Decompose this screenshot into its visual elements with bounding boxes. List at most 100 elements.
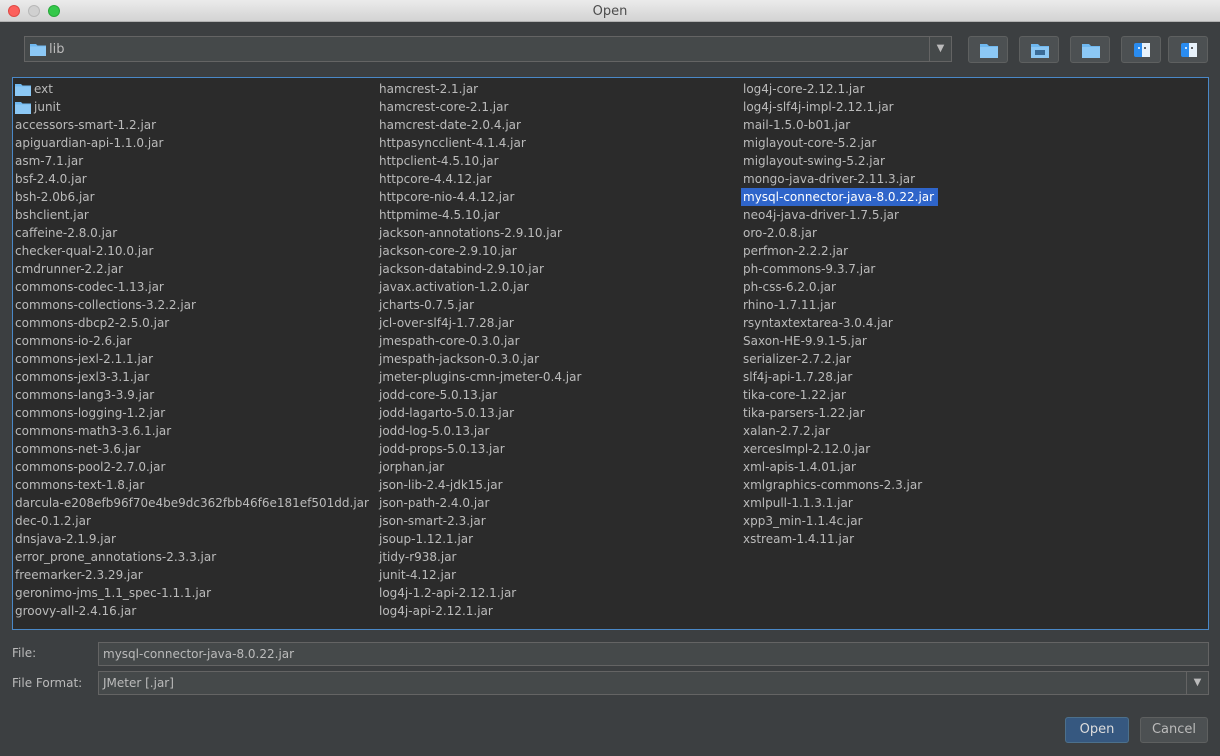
file-item[interactable]: groovy-all-2.4.16.jar xyxy=(13,602,140,620)
path-dropdown[interactable]: lib ▼ xyxy=(24,36,952,62)
file-item[interactable]: commons-dbcp2-2.5.0.jar xyxy=(13,314,173,332)
finder-icon xyxy=(1181,43,1197,57)
file-item[interactable]: jcl-over-slf4j-1.7.28.jar xyxy=(377,314,518,332)
file-item[interactable]: commons-collections-3.2.2.jar xyxy=(13,296,200,314)
file-item[interactable]: bshclient.jar xyxy=(13,206,93,224)
file-item[interactable]: jodd-lagarto-5.0.13.jar xyxy=(377,404,518,422)
file-item[interactable]: slf4j-api-1.7.28.jar xyxy=(741,368,856,386)
file-item[interactable]: log4j-api-2.12.1.jar xyxy=(377,602,497,620)
file-item[interactable]: jmespath-core-0.3.0.jar xyxy=(377,332,524,350)
file-item[interactable]: jackson-core-2.9.10.jar xyxy=(377,242,521,260)
file-item[interactable]: apiguardian-api-1.1.0.jar xyxy=(13,134,167,152)
file-item[interactable]: serializer-2.7.2.jar xyxy=(741,350,855,368)
file-item[interactable]: commons-jexl-2.1.1.jar xyxy=(13,350,157,368)
folder-item[interactable]: junit xyxy=(13,98,65,116)
file-item[interactable]: tika-parsers-1.22.jar xyxy=(741,404,869,422)
file-item[interactable]: mail-1.5.0-b01.jar xyxy=(741,116,854,134)
file-item[interactable]: commons-jexl3-3.1.jar xyxy=(13,368,153,386)
file-item[interactable]: jmeter-plugins-cmn-jmeter-0.4.jar xyxy=(377,368,585,386)
new-folder-button[interactable] xyxy=(1070,36,1110,63)
file-item[interactable]: jsoup-1.12.1.jar xyxy=(377,530,477,548)
file-item[interactable]: miglayout-core-5.2.jar xyxy=(741,134,880,152)
chevron-down-icon[interactable]: ▼ xyxy=(1186,672,1208,694)
file-item[interactable]: perfmon-2.2.2.jar xyxy=(741,242,852,260)
file-item[interactable]: xstream-1.4.11.jar xyxy=(741,530,858,548)
file-item[interactable]: httpcore-nio-4.4.12.jar xyxy=(377,188,518,206)
open-button[interactable]: Open xyxy=(1065,717,1129,743)
file-item[interactable]: log4j-1.2-api-2.12.1.jar xyxy=(377,584,520,602)
file-item[interactable]: rsyntaxtextarea-3.0.4.jar xyxy=(741,314,897,332)
file-item[interactable]: jcharts-0.7.5.jar xyxy=(377,296,478,314)
file-item[interactable]: dec-0.1.2.jar xyxy=(13,512,95,530)
file-item[interactable]: log4j-slf4j-impl-2.12.1.jar xyxy=(741,98,898,116)
file-item[interactable]: jackson-databind-2.9.10.jar xyxy=(377,260,548,278)
file-item[interactable]: commons-io-2.6.jar xyxy=(13,332,136,350)
folder-item[interactable]: ext xyxy=(13,80,57,98)
file-item[interactable]: commons-text-1.8.jar xyxy=(13,476,148,494)
file-item[interactable]: ph-css-6.2.0.jar xyxy=(741,278,840,296)
file-item[interactable]: commons-lang3-3.9.jar xyxy=(13,386,158,404)
file-item[interactable]: commons-codec-1.13.jar xyxy=(13,278,168,296)
file-item[interactable]: miglayout-swing-5.2.jar xyxy=(741,152,889,170)
file-item[interactable]: xmlpull-1.1.3.1.jar xyxy=(741,494,857,512)
file-item[interactable]: bsh-2.0b6.jar xyxy=(13,188,99,206)
file-item[interactable]: httpclient-4.5.10.jar xyxy=(377,152,503,170)
file-item[interactable]: jodd-core-5.0.13.jar xyxy=(377,386,501,404)
file-item[interactable]: javax.activation-1.2.0.jar xyxy=(377,278,533,296)
details-view-button[interactable] xyxy=(1168,36,1208,63)
file-item[interactable]: json-smart-2.3.jar xyxy=(377,512,490,530)
file-item[interactable]: jmespath-jackson-0.3.0.jar xyxy=(377,350,543,368)
file-item[interactable]: neo4j-java-driver-1.7.5.jar xyxy=(741,206,903,224)
chevron-down-icon[interactable]: ▼ xyxy=(929,37,951,61)
file-item[interactable]: json-path-2.4.0.jar xyxy=(377,494,493,512)
file-item[interactable]: xercesImpl-2.12.0.jar xyxy=(741,440,874,458)
file-item[interactable]: rhino-1.7.11.jar xyxy=(741,296,840,314)
file-item[interactable]: cmdrunner-2.2.jar xyxy=(13,260,127,278)
file-item[interactable]: commons-math3-3.6.1.jar xyxy=(13,422,175,440)
cancel-button[interactable]: Cancel xyxy=(1140,717,1208,743)
file-item[interactable]: httpcore-4.4.12.jar xyxy=(377,170,496,188)
file-item[interactable]: commons-pool2-2.7.0.jar xyxy=(13,458,169,476)
desktop-button[interactable] xyxy=(1019,36,1059,63)
file-item[interactable]: jackson-annotations-2.9.10.jar xyxy=(377,224,566,242)
file-item[interactable]: bsf-2.4.0.jar xyxy=(13,170,91,188)
file-item[interactable]: caffeine-2.8.0.jar xyxy=(13,224,121,242)
file-item[interactable]: httpmime-4.5.10.jar xyxy=(377,206,504,224)
file-item[interactable]: ph-commons-9.3.7.jar xyxy=(741,260,879,278)
file-item[interactable]: accessors-smart-1.2.jar xyxy=(13,116,160,134)
file-item[interactable]: jodd-log-5.0.13.jar xyxy=(377,422,493,440)
file-item[interactable]: json-lib-2.4-jdk15.jar xyxy=(377,476,507,494)
file-item[interactable]: Saxon-HE-9.9.1-5.jar xyxy=(741,332,871,350)
file-item[interactable]: hamcrest-core-2.1.jar xyxy=(377,98,512,116)
file-item[interactable]: asm-7.1.jar xyxy=(13,152,87,170)
file-item[interactable]: xalan-2.7.2.jar xyxy=(741,422,834,440)
file-item[interactable]: geronimo-jms_1.1_spec-1.1.1.jar xyxy=(13,584,215,602)
file-item[interactable]: commons-logging-1.2.jar xyxy=(13,404,169,422)
file-item[interactable]: jorphan.jar xyxy=(377,458,448,476)
file-item[interactable]: mongo-java-driver-2.11.3.jar xyxy=(741,170,919,188)
file-item[interactable]: oro-2.0.8.jar xyxy=(741,224,821,242)
file-item[interactable]: hamcrest-2.1.jar xyxy=(377,80,482,98)
file-item[interactable]: mysql-connector-java-8.0.22.jar xyxy=(741,188,939,206)
file-item[interactable]: tika-core-1.22.jar xyxy=(741,386,850,404)
file-item[interactable]: dnsjava-2.1.9.jar xyxy=(13,530,120,548)
file-item[interactable]: jtidy-r938.jar xyxy=(377,548,460,566)
file-item[interactable]: junit-4.12.jar xyxy=(377,566,460,584)
home-folder-button[interactable] xyxy=(968,36,1008,63)
file-item[interactable]: xmlgraphics-commons-2.3.jar xyxy=(741,476,926,494)
file-item[interactable]: httpasyncclient-4.1.4.jar xyxy=(377,134,530,152)
file-item[interactable]: darcula-e208efb96f70e4be9dc362fbb46f6e18… xyxy=(13,494,373,512)
file-item[interactable]: commons-net-3.6.jar xyxy=(13,440,144,458)
file-item[interactable]: hamcrest-date-2.0.4.jar xyxy=(377,116,525,134)
file-item[interactable]: jodd-props-5.0.13.jar xyxy=(377,440,509,458)
file-item[interactable]: freemarker-2.3.29.jar xyxy=(13,566,147,584)
file-list[interactable]: ext junit accessors-smart-1.2.jar apiguardi… xyxy=(12,77,1209,630)
file-name-input[interactable]: mysql-connector-java-8.0.22.jar xyxy=(98,642,1209,666)
file-item[interactable]: log4j-core-2.12.1.jar xyxy=(741,80,869,98)
file-item[interactable]: error_prone_annotations-2.3.3.jar xyxy=(13,548,220,566)
list-view-button[interactable] xyxy=(1121,36,1161,63)
file-format-select[interactable]: JMeter [.jar] ▼ xyxy=(98,671,1209,695)
file-item[interactable]: checker-qual-2.10.0.jar xyxy=(13,242,157,260)
file-item[interactable]: xml-apis-1.4.01.jar xyxy=(741,458,860,476)
file-item[interactable]: xpp3_min-1.1.4c.jar xyxy=(741,512,867,530)
